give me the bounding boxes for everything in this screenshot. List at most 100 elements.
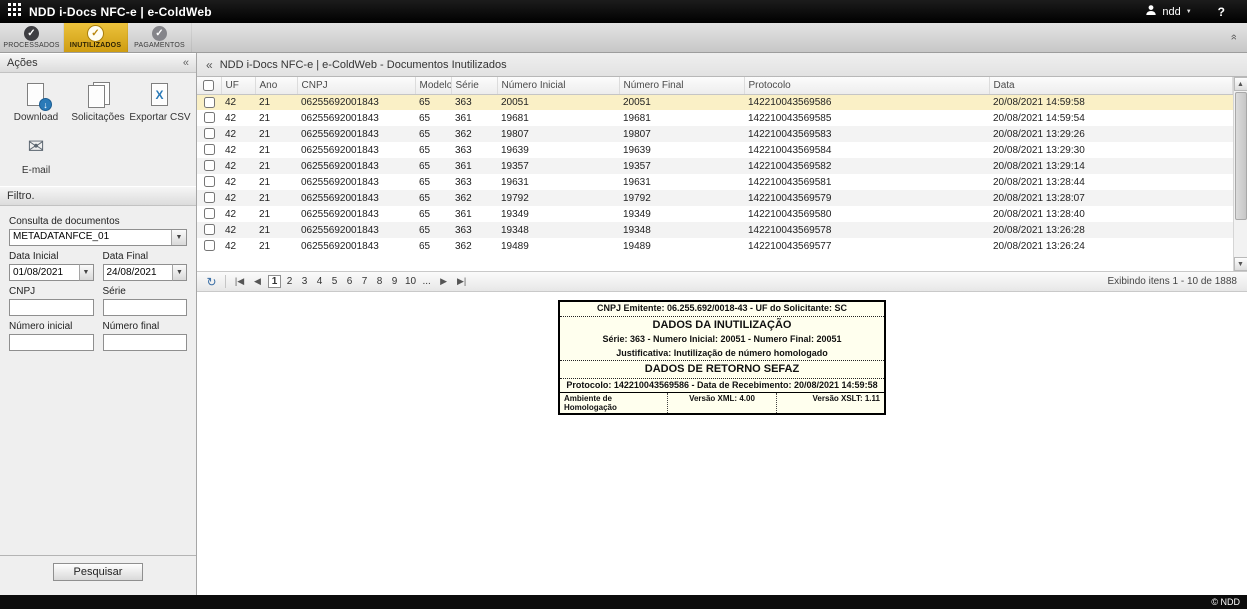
table-row[interactable]: 4221062556920018436536320051200511422100… (197, 94, 1233, 110)
select-all-checkbox[interactable] (203, 80, 214, 91)
row-checkbox[interactable] (204, 97, 215, 108)
scroll-up-icon[interactable]: ▲ (1234, 77, 1247, 91)
pager-next-button[interactable]: ▶ (436, 276, 451, 287)
tab-inutilizados[interactable]: ✓ INUTILIZADOS (64, 23, 128, 52)
pager-page-7[interactable]: 7 (358, 276, 371, 287)
data-final-dropdown-icon[interactable]: ▼ (172, 264, 187, 281)
exportar-csv-button[interactable]: X Exportar CSV (129, 82, 191, 123)
pesquisar-button[interactable]: Pesquisar (53, 563, 144, 581)
scrollbar-thumb[interactable] (1235, 92, 1247, 220)
table-row[interactable]: 4221062556920018436536219807198071422100… (197, 126, 1233, 142)
table-row[interactable]: 4221062556920018436536119349193491422100… (197, 206, 1233, 222)
table-cell: 142210043569582 (744, 158, 989, 174)
download-button[interactable]: ↓ Download (5, 82, 67, 123)
table-cell: 19631 (619, 174, 744, 190)
consulta-dropdown-icon[interactable]: ▼ (171, 230, 186, 245)
table-cell: 19349 (497, 206, 619, 222)
table-row[interactable]: 4221062556920018436536319639196391422100… (197, 142, 1233, 158)
tab-pagamentos[interactable]: ✓ PAGAMENTOS (128, 23, 192, 52)
table-cell: 20/08/2021 13:28:40 (989, 206, 1233, 222)
preview-emitente-line: CNPJ Emitente: 06.255.692/0018-43 - UF d… (560, 302, 884, 317)
collapse-sidebar-icon[interactable]: « (206, 58, 213, 72)
pager-last-button[interactable]: ▶| (454, 276, 469, 287)
pager-page-6[interactable]: 6 (343, 276, 356, 287)
table-row[interactable]: 4221062556920018436536119681196811422100… (197, 110, 1233, 126)
pager-page-2[interactable]: 2 (283, 276, 296, 287)
row-checkbox-cell (197, 206, 221, 222)
table-row[interactable]: 4221062556920018436536119357193571422100… (197, 158, 1233, 174)
pager-prev-button[interactable]: ◀ (250, 276, 265, 287)
row-checkbox[interactable] (204, 128, 215, 139)
table-row[interactable]: 4221062556920018436536319348193481422100… (197, 222, 1233, 238)
column-header-ano[interactable]: Ano (255, 77, 297, 94)
pager-first-button[interactable]: |◀ (232, 276, 247, 287)
table-cell: 06255692001843 (297, 94, 415, 110)
app-grid-icon[interactable] (8, 3, 21, 21)
data-inicial-input[interactable] (9, 264, 79, 281)
row-checkbox[interactable] (204, 176, 215, 187)
table-row[interactable]: 4221062556920018436536219489194891422100… (197, 238, 1233, 254)
cnpj-input[interactable] (9, 299, 94, 316)
column-header-protocolo[interactable]: Protocolo (744, 77, 989, 94)
pager-page-4[interactable]: 4 (313, 276, 326, 287)
row-checkbox[interactable] (204, 224, 215, 235)
table-cell: 42 (221, 158, 255, 174)
collapse-actions-icon[interactable]: « (183, 57, 189, 69)
pager-page-10[interactable]: 10 (403, 276, 418, 287)
table-cell: 20/08/2021 14:59:54 (989, 110, 1233, 126)
column-header-data[interactable]: Data (989, 77, 1233, 94)
filter-form: Consulta de documentos METADATANFCE_01 ▼… (0, 206, 196, 351)
email-button[interactable]: ✉ E-mail (5, 135, 67, 176)
column-header-série[interactable]: Série (451, 77, 497, 94)
table-cell: 21 (255, 158, 297, 174)
column-header-número-final[interactable]: Número Final (619, 77, 744, 94)
row-checkbox[interactable] (204, 144, 215, 155)
row-checkbox[interactable] (204, 240, 215, 251)
column-header-número-inicial[interactable]: Número Inicial (497, 77, 619, 94)
column-header-modelo[interactable]: Modelo (415, 77, 451, 94)
row-checkbox-cell (197, 238, 221, 254)
row-checkbox[interactable] (204, 112, 215, 123)
table-row[interactable]: 4221062556920018436536319631196311422100… (197, 174, 1233, 190)
table-cell: 20/08/2021 13:28:07 (989, 190, 1233, 206)
row-checkbox[interactable] (204, 192, 215, 203)
table-cell: 19681 (619, 110, 744, 126)
table-cell: 20/08/2021 13:29:26 (989, 126, 1233, 142)
table-cell: 42 (221, 126, 255, 142)
solicitacoes-button[interactable]: Solicitações (67, 82, 129, 123)
table-cell: 19348 (619, 222, 744, 238)
table-cell: 65 (415, 190, 451, 206)
row-checkbox[interactable] (204, 208, 215, 219)
content-area: Ações « ↓ Download Solicitações (0, 53, 1247, 595)
user-menu[interactable]: ndd ▼ (1145, 4, 1191, 19)
data-final-input[interactable] (103, 264, 173, 281)
vertical-scrollbar[interactable]: ▲ ▼ (1233, 77, 1247, 271)
serie-input[interactable] (103, 299, 188, 316)
collapse-ribbon-icon[interactable]: » (1228, 34, 1240, 40)
table-cell: 20/08/2021 13:26:24 (989, 238, 1233, 254)
consulta-select[interactable]: METADATANFCE_01 ▼ (9, 229, 187, 246)
pager-page-8[interactable]: 8 (373, 276, 386, 287)
help-button[interactable]: ? (1218, 5, 1225, 19)
table-cell: 21 (255, 206, 297, 222)
numero-final-input[interactable] (103, 334, 188, 351)
numero-inicial-input[interactable] (9, 334, 94, 351)
preview-footer: Ambiente de Homologação Versão XML: 4.00… (560, 393, 884, 413)
scroll-down-icon[interactable]: ▼ (1234, 257, 1247, 271)
pager-page-1[interactable]: 1 (268, 275, 281, 288)
table-cell: 19639 (619, 142, 744, 158)
table-cell: 21 (255, 142, 297, 158)
table-cell: 06255692001843 (297, 126, 415, 142)
refresh-icon[interactable]: ↻ (204, 275, 219, 289)
pager-page-5[interactable]: 5 (328, 276, 341, 287)
tab-processados[interactable]: ✓ PROCESSADOS (0, 23, 64, 52)
data-inicial-dropdown-icon[interactable]: ▼ (79, 264, 94, 281)
table-cell: 20051 (497, 94, 619, 110)
table-row[interactable]: 4221062556920018436536219792197921422100… (197, 190, 1233, 206)
column-header-uf[interactable]: UF (221, 77, 255, 94)
preview-section1-title: DADOS DA INUTILIZAÇÃO (560, 317, 884, 333)
pager-page-9[interactable]: 9 (388, 276, 401, 287)
row-checkbox[interactable] (204, 160, 215, 171)
pager-page-3[interactable]: 3 (298, 276, 311, 287)
column-header-cnpj[interactable]: CNPJ (297, 77, 415, 94)
